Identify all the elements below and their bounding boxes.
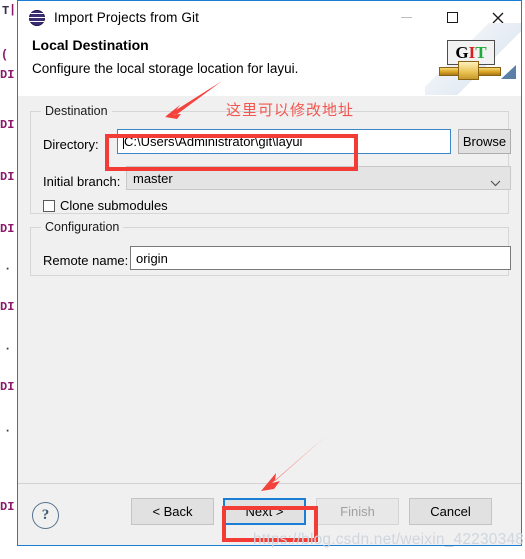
git-letter-t: T [475,43,487,62]
background-text-fragment: ( [1,48,9,62]
cancel-button[interactable]: Cancel [409,498,492,525]
background-text-fragment: DI [0,300,15,314]
git-logo: GIT [425,23,521,95]
directory-value: C:\Users\Administrator\git\layui [124,134,303,149]
background-text-fragment: DI [0,68,15,82]
next-button[interactable]: Next > [223,498,306,525]
remote-name-value: origin [136,250,168,266]
dialog-header: Local Destination Configure the local st… [18,23,521,97]
background-text-fragment: | [9,3,17,17]
page-subtitle: Configure the local storage location for… [32,61,299,76]
background-text-fragment: DI [0,170,15,184]
screenshot-root: T | ( DI DI DI DI · DI · DI · DI Import Projects fro… [0,0,525,559]
close-icon [492,12,504,23]
background-text-fragment: DI [0,380,15,394]
git-logo-triangle [501,65,516,79]
directory-input[interactable]: C:\Users\Administrator\git\layui [117,129,451,154]
chevron-down-icon [490,175,501,190]
finish-button: Finish [316,498,399,525]
eclipse-icon [29,9,45,26]
background-text-fragment: DI [0,500,15,514]
background-text-fragment: · [4,262,12,276]
back-button[interactable]: < Back [131,498,214,525]
background-text-fragment: DI [0,222,15,236]
minimize-button[interactable] [383,1,429,34]
dialog-body: Destination Directory: C:\Users\Administ… [18,96,521,484]
git-letter-i: I [468,43,476,62]
annotation-note: 这里可以修改地址 [226,101,355,119]
page-title: Local Destination [32,37,149,53]
background-text-fragment: · [4,342,12,356]
dialog-title: Import Projects from Git [54,10,199,25]
watermark: https://blog.csdn.net/weixin_42230348 [253,531,525,548]
help-button[interactable]: ? [32,502,59,529]
clone-submodules-checkbox[interactable] [43,199,55,212]
initial-branch-label: Initial branch: [43,174,121,189]
remote-name-input[interactable]: origin [130,246,511,270]
git-letter-g: G [455,43,469,62]
remote-name-label: Remote name: [43,253,129,268]
background-text-fragment: DI [0,118,15,132]
git-logo-hub [458,61,479,80]
browse-button[interactable]: Browse [458,129,511,154]
directory-label: Directory: [43,137,99,152]
import-projects-dialog: Import Projects from Git Local Destinati… [17,0,522,546]
initial-branch-value: master [133,170,173,186]
initial-branch-select[interactable]: master [126,166,511,190]
clone-submodules-label: Clone submodules [60,198,168,213]
destination-group-label: Destination [41,104,112,118]
configuration-group-label: Configuration [41,220,124,234]
clone-submodules-row[interactable]: Clone submodules [43,198,168,213]
background-text-fragment: · [4,424,12,438]
